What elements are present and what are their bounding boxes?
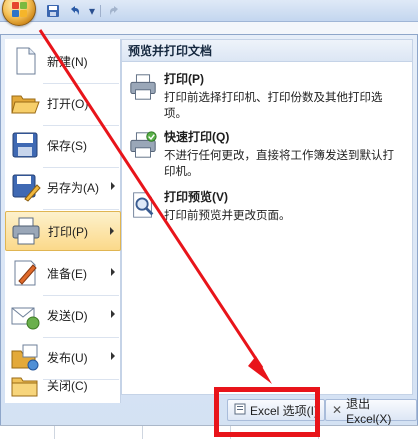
close-icon: ✕ xyxy=(332,403,343,417)
menu-item-save-as[interactable]: 另存为(A) xyxy=(5,167,121,207)
menu-item-label: 发布(U) xyxy=(47,350,88,365)
print-submenu: 预览并打印文档 打印(P) 打印前选择打印机、打印份数及其他打印选项。 快速打印… xyxy=(121,39,413,395)
submenu-item-print[interactable]: 打印(P) 打印前选择打印机、打印份数及其他打印选项。 xyxy=(126,70,410,122)
submenu-item-print-preview[interactable]: 打印预览(V) 打印前预览并更改页面。 xyxy=(126,188,410,224)
office-menu: 新建(N) 打开(O) 保存(S) 另存为(A) 打印(P) 准备(E) 发送(… xyxy=(0,34,418,439)
submenu-arrow-icon xyxy=(110,227,114,235)
exit-excel-button[interactable]: ✕ 退出 Excel(X) xyxy=(325,397,417,426)
submenu-arrow-icon xyxy=(111,352,115,360)
menu-item-label: 另存为(A) xyxy=(47,180,99,195)
open-folder-icon xyxy=(9,87,41,119)
menu-item-send[interactable]: 发送(D) xyxy=(5,295,121,335)
menu-divider xyxy=(43,209,119,210)
submenu-item-desc: 打印前预览并更改页面。 xyxy=(164,210,291,222)
menu-item-save[interactable]: 保存(S) xyxy=(5,125,121,165)
submenu-item-desc: 不进行任何更改，直接将工作簿发送到默认打印机。 xyxy=(164,150,394,178)
send-icon xyxy=(9,299,41,331)
prepare-icon xyxy=(9,257,41,289)
worksheet-grid xyxy=(0,425,418,439)
save-as-icon xyxy=(9,171,41,203)
submenu-item-quick-print[interactable]: 快速打印(Q) 不进行任何更改，直接将工作簿发送到默认打印机。 xyxy=(126,128,410,180)
toolbar-separator xyxy=(100,5,101,17)
print-preview-icon xyxy=(128,190,158,220)
menu-item-open[interactable]: 打开(O) xyxy=(5,83,121,123)
submenu-item-title: 打印预览(V) xyxy=(164,190,228,204)
save-icon xyxy=(9,129,41,161)
menu-item-label: 保存(S) xyxy=(47,138,87,153)
new-document-icon xyxy=(9,45,41,77)
menu-item-label: 打印(P) xyxy=(48,224,88,239)
submenu-item-desc: 打印前选择打印机、打印份数及其他打印选项。 xyxy=(164,92,383,120)
annotation-highlight-box xyxy=(214,387,320,437)
menu-item-new[interactable]: 新建(N) xyxy=(5,41,121,81)
submenu-title: 预览并打印文档 xyxy=(122,40,412,62)
office-logo-icon xyxy=(12,2,28,18)
menu-item-label: 准备(E) xyxy=(47,266,87,281)
save-icon[interactable] xyxy=(44,3,62,19)
menu-item-label: 新建(N) xyxy=(47,54,88,69)
menu-commands: 新建(N) 打开(O) 保存(S) 另存为(A) 打印(P) 准备(E) 发送(… xyxy=(5,39,121,403)
menu-item-print[interactable]: 打印(P) xyxy=(5,211,121,251)
quick-access-toolbar: ▾ xyxy=(44,2,123,20)
submenu-item-title: 快速打印(Q) xyxy=(164,130,230,144)
undo-icon[interactable] xyxy=(66,3,84,19)
chevron-down-icon[interactable]: ▾ xyxy=(88,3,96,19)
submenu-arrow-icon xyxy=(111,310,115,318)
submenu-arrow-icon xyxy=(111,182,115,190)
submenu-arrow-icon xyxy=(111,268,115,276)
exit-excel-label: 退出 Excel(X) xyxy=(346,396,392,426)
office-button[interactable] xyxy=(2,0,36,26)
menu-footer: Excel 选项(I) ✕ 退出 Excel(X) xyxy=(1,397,417,427)
printer-icon xyxy=(10,215,42,247)
menu-item-label: 打开(O) xyxy=(47,96,89,111)
printer-icon xyxy=(128,72,158,102)
menu-item-label: 发送(D) xyxy=(47,308,88,323)
redo-icon[interactable] xyxy=(105,3,123,19)
submenu-item-title: 打印(P) xyxy=(164,72,204,86)
quick-print-icon xyxy=(128,130,158,160)
menu-item-prepare[interactable]: 准备(E) xyxy=(5,253,121,293)
title-bar: ▾ xyxy=(0,0,418,26)
menu-item-label: 关闭(C) xyxy=(47,378,88,393)
